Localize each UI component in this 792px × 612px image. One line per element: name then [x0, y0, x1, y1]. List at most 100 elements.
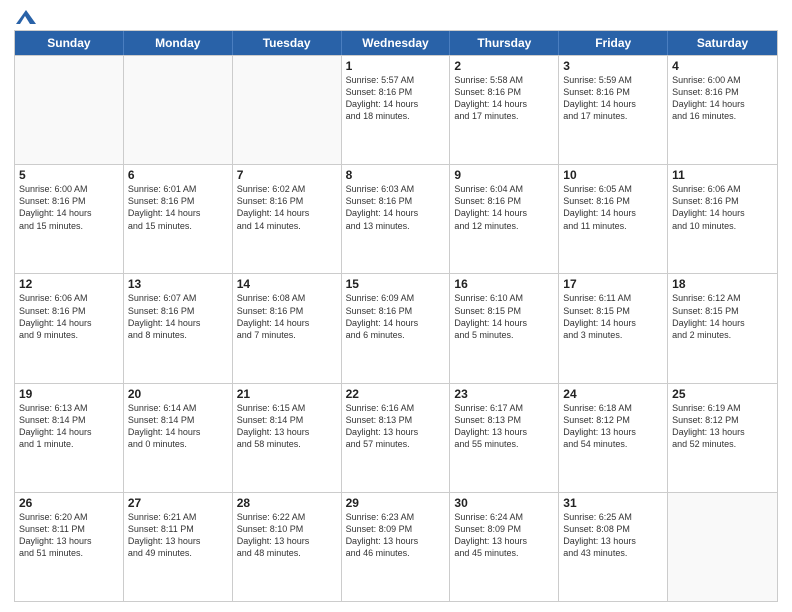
calendar-cell: 15Sunrise: 6:09 AM Sunset: 8:16 PM Dayli… — [342, 274, 451, 382]
calendar-cell: 20Sunrise: 6:14 AM Sunset: 8:14 PM Dayli… — [124, 384, 233, 492]
day-info: Sunrise: 6:20 AM Sunset: 8:11 PM Dayligh… — [19, 511, 119, 560]
day-info: Sunrise: 5:58 AM Sunset: 8:16 PM Dayligh… — [454, 74, 554, 123]
day-info: Sunrise: 6:22 AM Sunset: 8:10 PM Dayligh… — [237, 511, 337, 560]
weekday-header: Sunday — [15, 31, 124, 55]
day-number: 16 — [454, 277, 554, 291]
weekday-header: Friday — [559, 31, 668, 55]
calendar-cell: 22Sunrise: 6:16 AM Sunset: 8:13 PM Dayli… — [342, 384, 451, 492]
day-number: 28 — [237, 496, 337, 510]
day-info: Sunrise: 6:02 AM Sunset: 8:16 PM Dayligh… — [237, 183, 337, 232]
calendar-cell: 25Sunrise: 6:19 AM Sunset: 8:12 PM Dayli… — [668, 384, 777, 492]
day-info: Sunrise: 5:57 AM Sunset: 8:16 PM Dayligh… — [346, 74, 446, 123]
header — [14, 10, 778, 24]
day-info: Sunrise: 6:25 AM Sunset: 8:08 PM Dayligh… — [563, 511, 663, 560]
calendar-cell: 27Sunrise: 6:21 AM Sunset: 8:11 PM Dayli… — [124, 493, 233, 601]
day-info: Sunrise: 6:19 AM Sunset: 8:12 PM Dayligh… — [672, 402, 773, 451]
weekday-header: Saturday — [668, 31, 777, 55]
calendar-cell: 30Sunrise: 6:24 AM Sunset: 8:09 PM Dayli… — [450, 493, 559, 601]
calendar-cell: 24Sunrise: 6:18 AM Sunset: 8:12 PM Dayli… — [559, 384, 668, 492]
day-info: Sunrise: 6:07 AM Sunset: 8:16 PM Dayligh… — [128, 292, 228, 341]
weekday-header: Monday — [124, 31, 233, 55]
calendar-cell: 31Sunrise: 6:25 AM Sunset: 8:08 PM Dayli… — [559, 493, 668, 601]
day-info: Sunrise: 6:15 AM Sunset: 8:14 PM Dayligh… — [237, 402, 337, 451]
day-info: Sunrise: 6:00 AM Sunset: 8:16 PM Dayligh… — [672, 74, 773, 123]
calendar-cell: 19Sunrise: 6:13 AM Sunset: 8:14 PM Dayli… — [15, 384, 124, 492]
calendar-cell: 11Sunrise: 6:06 AM Sunset: 8:16 PM Dayli… — [668, 165, 777, 273]
calendar-cell: 4Sunrise: 6:00 AM Sunset: 8:16 PM Daylig… — [668, 56, 777, 164]
calendar-cell: 28Sunrise: 6:22 AM Sunset: 8:10 PM Dayli… — [233, 493, 342, 601]
calendar-row: 1Sunrise: 5:57 AM Sunset: 8:16 PM Daylig… — [15, 55, 777, 164]
calendar-cell — [668, 493, 777, 601]
calendar-cell: 10Sunrise: 6:05 AM Sunset: 8:16 PM Dayli… — [559, 165, 668, 273]
day-number: 15 — [346, 277, 446, 291]
day-info: Sunrise: 6:11 AM Sunset: 8:15 PM Dayligh… — [563, 292, 663, 341]
calendar-cell: 7Sunrise: 6:02 AM Sunset: 8:16 PM Daylig… — [233, 165, 342, 273]
calendar-cell: 6Sunrise: 6:01 AM Sunset: 8:16 PM Daylig… — [124, 165, 233, 273]
day-number: 6 — [128, 168, 228, 182]
day-number: 18 — [672, 277, 773, 291]
day-number: 22 — [346, 387, 446, 401]
day-number: 21 — [237, 387, 337, 401]
day-info: Sunrise: 6:01 AM Sunset: 8:16 PM Dayligh… — [128, 183, 228, 232]
calendar-cell: 17Sunrise: 6:11 AM Sunset: 8:15 PM Dayli… — [559, 274, 668, 382]
day-number: 9 — [454, 168, 554, 182]
calendar-cell: 29Sunrise: 6:23 AM Sunset: 8:09 PM Dayli… — [342, 493, 451, 601]
day-info: Sunrise: 6:12 AM Sunset: 8:15 PM Dayligh… — [672, 292, 773, 341]
calendar-cell: 18Sunrise: 6:12 AM Sunset: 8:15 PM Dayli… — [668, 274, 777, 382]
day-info: Sunrise: 5:59 AM Sunset: 8:16 PM Dayligh… — [563, 74, 663, 123]
calendar-cell: 8Sunrise: 6:03 AM Sunset: 8:16 PM Daylig… — [342, 165, 451, 273]
calendar-cell: 14Sunrise: 6:08 AM Sunset: 8:16 PM Dayli… — [233, 274, 342, 382]
calendar-cell: 12Sunrise: 6:06 AM Sunset: 8:16 PM Dayli… — [15, 274, 124, 382]
calendar-cell: 21Sunrise: 6:15 AM Sunset: 8:14 PM Dayli… — [233, 384, 342, 492]
day-number: 27 — [128, 496, 228, 510]
day-number: 31 — [563, 496, 663, 510]
day-number: 24 — [563, 387, 663, 401]
day-info: Sunrise: 6:04 AM Sunset: 8:16 PM Dayligh… — [454, 183, 554, 232]
logo — [14, 10, 36, 24]
calendar-body: 1Sunrise: 5:57 AM Sunset: 8:16 PM Daylig… — [15, 55, 777, 601]
weekday-header: Wednesday — [342, 31, 451, 55]
day-info: Sunrise: 6:18 AM Sunset: 8:12 PM Dayligh… — [563, 402, 663, 451]
day-number: 14 — [237, 277, 337, 291]
day-info: Sunrise: 6:03 AM Sunset: 8:16 PM Dayligh… — [346, 183, 446, 232]
calendar-row: 5Sunrise: 6:00 AM Sunset: 8:16 PM Daylig… — [15, 164, 777, 273]
calendar-row: 19Sunrise: 6:13 AM Sunset: 8:14 PM Dayli… — [15, 383, 777, 492]
day-number: 13 — [128, 277, 228, 291]
day-number: 1 — [346, 59, 446, 73]
weekday-header: Tuesday — [233, 31, 342, 55]
calendar-cell: 26Sunrise: 6:20 AM Sunset: 8:11 PM Dayli… — [15, 493, 124, 601]
calendar-cell — [233, 56, 342, 164]
day-number: 7 — [237, 168, 337, 182]
day-number: 5 — [19, 168, 119, 182]
calendar-cell: 23Sunrise: 6:17 AM Sunset: 8:13 PM Dayli… — [450, 384, 559, 492]
weekday-header: Thursday — [450, 31, 559, 55]
day-number: 12 — [19, 277, 119, 291]
day-number: 4 — [672, 59, 773, 73]
day-info: Sunrise: 6:06 AM Sunset: 8:16 PM Dayligh… — [672, 183, 773, 232]
day-info: Sunrise: 6:06 AM Sunset: 8:16 PM Dayligh… — [19, 292, 119, 341]
logo-icon — [16, 10, 36, 26]
day-number: 10 — [563, 168, 663, 182]
day-info: Sunrise: 6:09 AM Sunset: 8:16 PM Dayligh… — [346, 292, 446, 341]
calendar-cell — [15, 56, 124, 164]
day-number: 30 — [454, 496, 554, 510]
day-number: 23 — [454, 387, 554, 401]
calendar-cell: 2Sunrise: 5:58 AM Sunset: 8:16 PM Daylig… — [450, 56, 559, 164]
calendar-cell: 1Sunrise: 5:57 AM Sunset: 8:16 PM Daylig… — [342, 56, 451, 164]
day-info: Sunrise: 6:13 AM Sunset: 8:14 PM Dayligh… — [19, 402, 119, 451]
calendar-cell: 9Sunrise: 6:04 AM Sunset: 8:16 PM Daylig… — [450, 165, 559, 273]
day-info: Sunrise: 6:17 AM Sunset: 8:13 PM Dayligh… — [454, 402, 554, 451]
day-number: 3 — [563, 59, 663, 73]
day-info: Sunrise: 6:23 AM Sunset: 8:09 PM Dayligh… — [346, 511, 446, 560]
day-number: 25 — [672, 387, 773, 401]
day-info: Sunrise: 6:24 AM Sunset: 8:09 PM Dayligh… — [454, 511, 554, 560]
day-number: 19 — [19, 387, 119, 401]
day-number: 2 — [454, 59, 554, 73]
calendar-row: 12Sunrise: 6:06 AM Sunset: 8:16 PM Dayli… — [15, 273, 777, 382]
day-info: Sunrise: 6:16 AM Sunset: 8:13 PM Dayligh… — [346, 402, 446, 451]
day-info: Sunrise: 6:10 AM Sunset: 8:15 PM Dayligh… — [454, 292, 554, 341]
day-info: Sunrise: 6:14 AM Sunset: 8:14 PM Dayligh… — [128, 402, 228, 451]
calendar-header: SundayMondayTuesdayWednesdayThursdayFrid… — [15, 31, 777, 55]
day-info: Sunrise: 6:21 AM Sunset: 8:11 PM Dayligh… — [128, 511, 228, 560]
calendar-cell: 3Sunrise: 5:59 AM Sunset: 8:16 PM Daylig… — [559, 56, 668, 164]
